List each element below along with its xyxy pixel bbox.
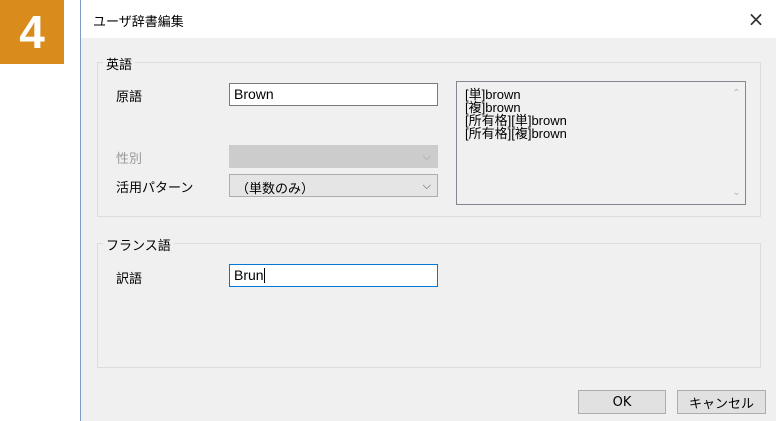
french-group-label: フランス語 bbox=[103, 235, 174, 254]
translation-input[interactable]: Brun bbox=[229, 264, 438, 287]
pattern-select[interactable]: （単数のみ） ⌵ bbox=[229, 174, 438, 197]
ok-button[interactable]: OK bbox=[578, 390, 666, 414]
translation-input-value: Brun bbox=[234, 267, 264, 283]
gender-select[interactable]: ⌵ bbox=[229, 145, 438, 168]
english-group: 英語 原語 Brown 性別 ⌵ 活用パターン （単数のみ） ⌵ [単]brow… bbox=[97, 54, 761, 217]
scroll-down-icon[interactable]: ⌄ bbox=[728, 187, 745, 198]
dialog-titlebar: ユーザ辞書編集 × bbox=[81, 0, 776, 38]
chevron-down-icon: ⌵ bbox=[422, 150, 431, 163]
english-group-label: 英語 bbox=[103, 54, 136, 73]
pattern-label: 活用パターン bbox=[116, 181, 194, 196]
inflection-forms-list[interactable]: [単]brown [複]brown [所有格][単]brown [所有格][複]… bbox=[456, 81, 746, 205]
text-caret bbox=[263, 268, 265, 283]
french-group: フランス語 訳語 Brun bbox=[97, 235, 761, 368]
chevron-down-icon: ⌵ bbox=[422, 179, 431, 192]
translation-label: 訳語 bbox=[116, 272, 143, 287]
user-dictionary-dialog: ユーザ辞書編集 × 英語 原語 Brown 性別 ⌵ 活用パターン （単数のみ）… bbox=[80, 0, 776, 421]
pattern-select-value: （単数のみ） bbox=[236, 182, 315, 197]
cancel-button[interactable]: キャンセル bbox=[677, 390, 766, 414]
close-icon[interactable]: × bbox=[736, 0, 776, 38]
vertical-scrollbar[interactable]: ⌃ ⌄ bbox=[728, 82, 745, 204]
scroll-up-icon[interactable]: ⌃ bbox=[728, 88, 745, 99]
source-word-input[interactable]: Brown bbox=[229, 83, 438, 106]
dialog-title: ユーザ辞書編集 bbox=[93, 15, 184, 30]
list-item[interactable]: [所有格][複]brown bbox=[457, 127, 745, 140]
step-number-badge: 4 bbox=[0, 0, 64, 64]
source-word-label: 原語 bbox=[116, 90, 143, 105]
gender-label: 性別 bbox=[116, 152, 143, 167]
